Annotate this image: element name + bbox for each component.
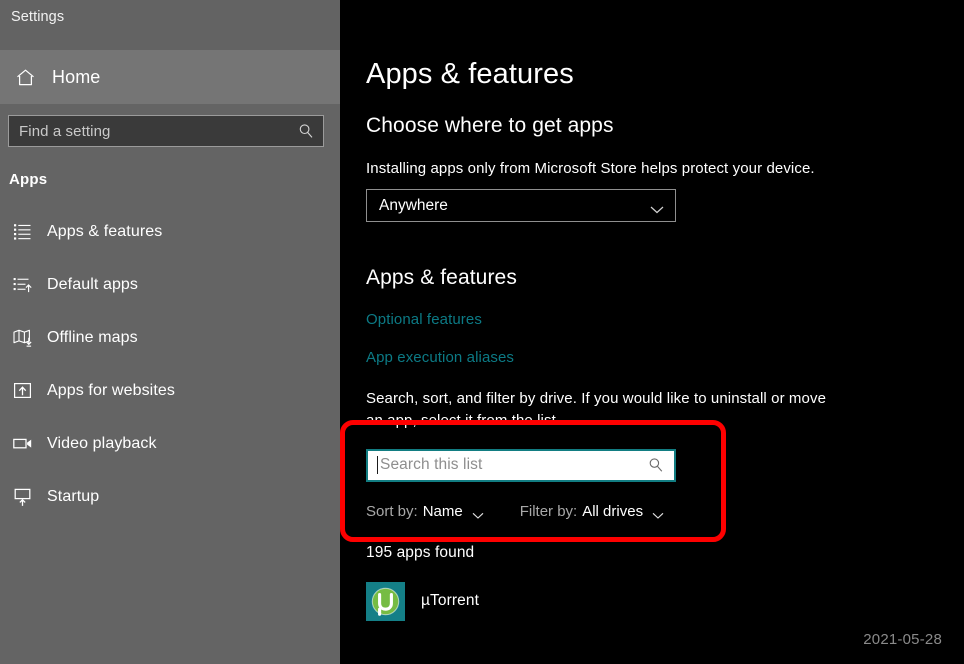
chevron-down-icon: [652, 507, 664, 519]
sort-by-dropdown[interactable]: Sort by: Name: [366, 503, 484, 520]
sidebar-search-wrap: Find a setting: [0, 104, 340, 147]
monitor-startup-icon: [7, 482, 37, 512]
search-input-placeholder: Find a setting: [19, 122, 111, 140]
apps-features-heading: Apps & features: [366, 266, 517, 289]
window-title: Settings: [11, 9, 65, 25]
sidebar-item-label: Default apps: [47, 275, 139, 293]
list-bullet-icon: [7, 217, 37, 247]
home-label: Home: [52, 66, 101, 87]
filter-by-value: All drives: [582, 502, 644, 520]
page-title: Apps & features: [366, 58, 574, 90]
optional-features-link[interactable]: Optional features: [366, 311, 482, 328]
sidebar-item-apps-for-websites[interactable]: Apps for websites: [0, 364, 340, 417]
filters-row: Sort by: Name Filter by: All drives: [366, 503, 964, 520]
box-upload-icon: [7, 376, 37, 406]
list-item[interactable]: µTorrent: [366, 581, 964, 621]
video-camera-icon: [7, 429, 37, 459]
sidebar-item-video-playback[interactable]: Video playback: [0, 417, 340, 470]
sidebar-item-label: Video playback: [47, 434, 157, 452]
sidebar-item-default-apps[interactable]: Default apps: [0, 258, 340, 311]
main-content: Apps & features Choose where to get apps…: [340, 0, 964, 664]
utorrent-icon: [366, 581, 405, 621]
sort-by-label: Sort by:: [366, 502, 418, 520]
sidebar-item-apps-features[interactable]: Apps & features: [0, 205, 340, 258]
get-apps-heading: Choose where to get apps: [366, 114, 614, 137]
home-icon: [11, 63, 39, 91]
sidebar: Settings Home Find a setting Apps Apps &…: [0, 0, 340, 664]
text-caret: [377, 456, 378, 474]
search-icon: [298, 123, 314, 139]
title-bar: Settings: [0, 0, 340, 50]
chevron-down-icon: [472, 507, 484, 519]
sidebar-item-label: Apps for websites: [47, 381, 175, 399]
sidebar-item-label: Apps & features: [47, 222, 163, 240]
get-apps-description: Installing apps only from Microsoft Stor…: [366, 160, 815, 177]
sidebar-item-startup[interactable]: Startup: [0, 470, 340, 523]
apps-features-description: Search, sort, and filter by drive. If yo…: [366, 390, 827, 429]
app-name: µTorrent: [421, 592, 479, 609]
list-arrow-icon: [7, 270, 37, 300]
sidebar-item-label: Offline maps: [47, 328, 138, 346]
sidebar-item-label: Startup: [47, 487, 100, 505]
get-apps-dropdown-value: Anywhere: [379, 196, 448, 214]
filter-by-dropdown[interactable]: Filter by: All drives: [520, 503, 664, 520]
sort-by-value: Name: [422, 502, 463, 520]
list-search-input[interactable]: Search this list: [366, 448, 676, 482]
sidebar-item-home[interactable]: Home: [0, 50, 340, 104]
list-search-placeholder: Search this list: [380, 456, 483, 473]
get-apps-dropdown[interactable]: Anywhere: [366, 189, 676, 222]
apps-count: 195 apps found: [366, 543, 475, 561]
map-download-icon: [7, 323, 37, 353]
app-execution-aliases-link[interactable]: App execution aliases: [366, 349, 514, 366]
search-icon: [648, 457, 664, 473]
sidebar-section-header: Apps: [9, 171, 48, 188]
settings-window: Settings Home Find a setting Apps Apps &…: [0, 0, 964, 664]
app-install-date: 2021-05-28: [863, 631, 942, 648]
sidebar-item-offline-maps[interactable]: Offline maps: [0, 311, 340, 364]
sidebar-nav-list: Apps & features Default apps Offline map…: [0, 205, 340, 523]
search-input[interactable]: Find a setting: [8, 115, 324, 147]
chevron-down-icon: [650, 201, 664, 213]
filter-by-label: Filter by:: [519, 502, 578, 520]
